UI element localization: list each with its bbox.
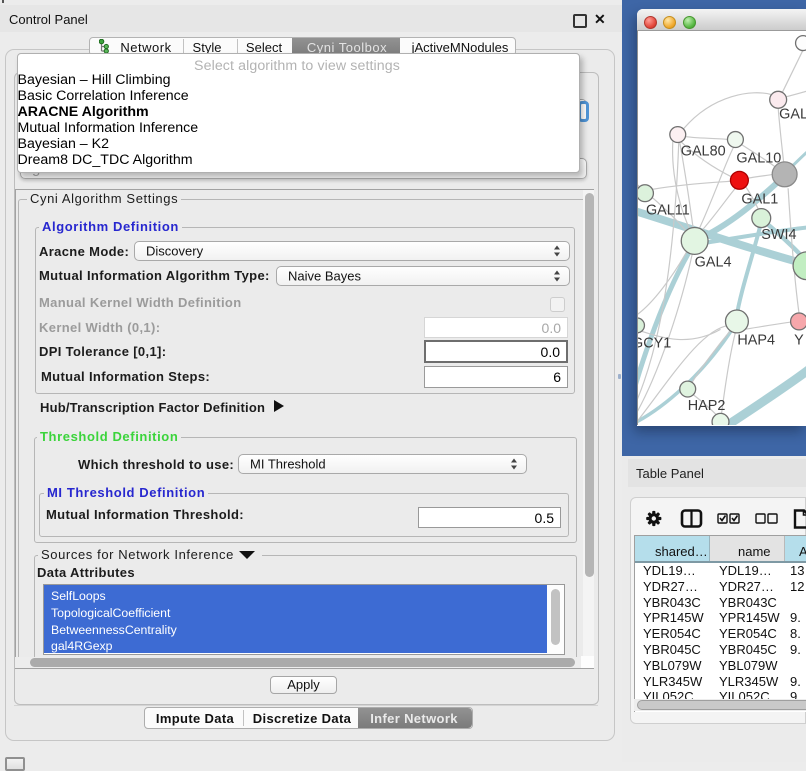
svg-text:GAL4: GAL4 [695, 254, 732, 270]
svg-text:SWI4: SWI4 [761, 227, 796, 243]
svg-text:GAL: GAL [779, 107, 806, 123]
svg-text:GAL1: GAL1 [741, 192, 778, 208]
svg-text:GAL80: GAL80 [681, 143, 726, 159]
svg-text:Y: Y [794, 332, 804, 348]
svg-text:GCY1: GCY1 [637, 335, 671, 351]
svg-text:GAL10: GAL10 [736, 150, 781, 166]
svg-text:HAP2: HAP2 [688, 398, 726, 414]
svg-text:HAP4: HAP4 [737, 332, 775, 348]
svg-text:GAL11: GAL11 [646, 203, 690, 219]
